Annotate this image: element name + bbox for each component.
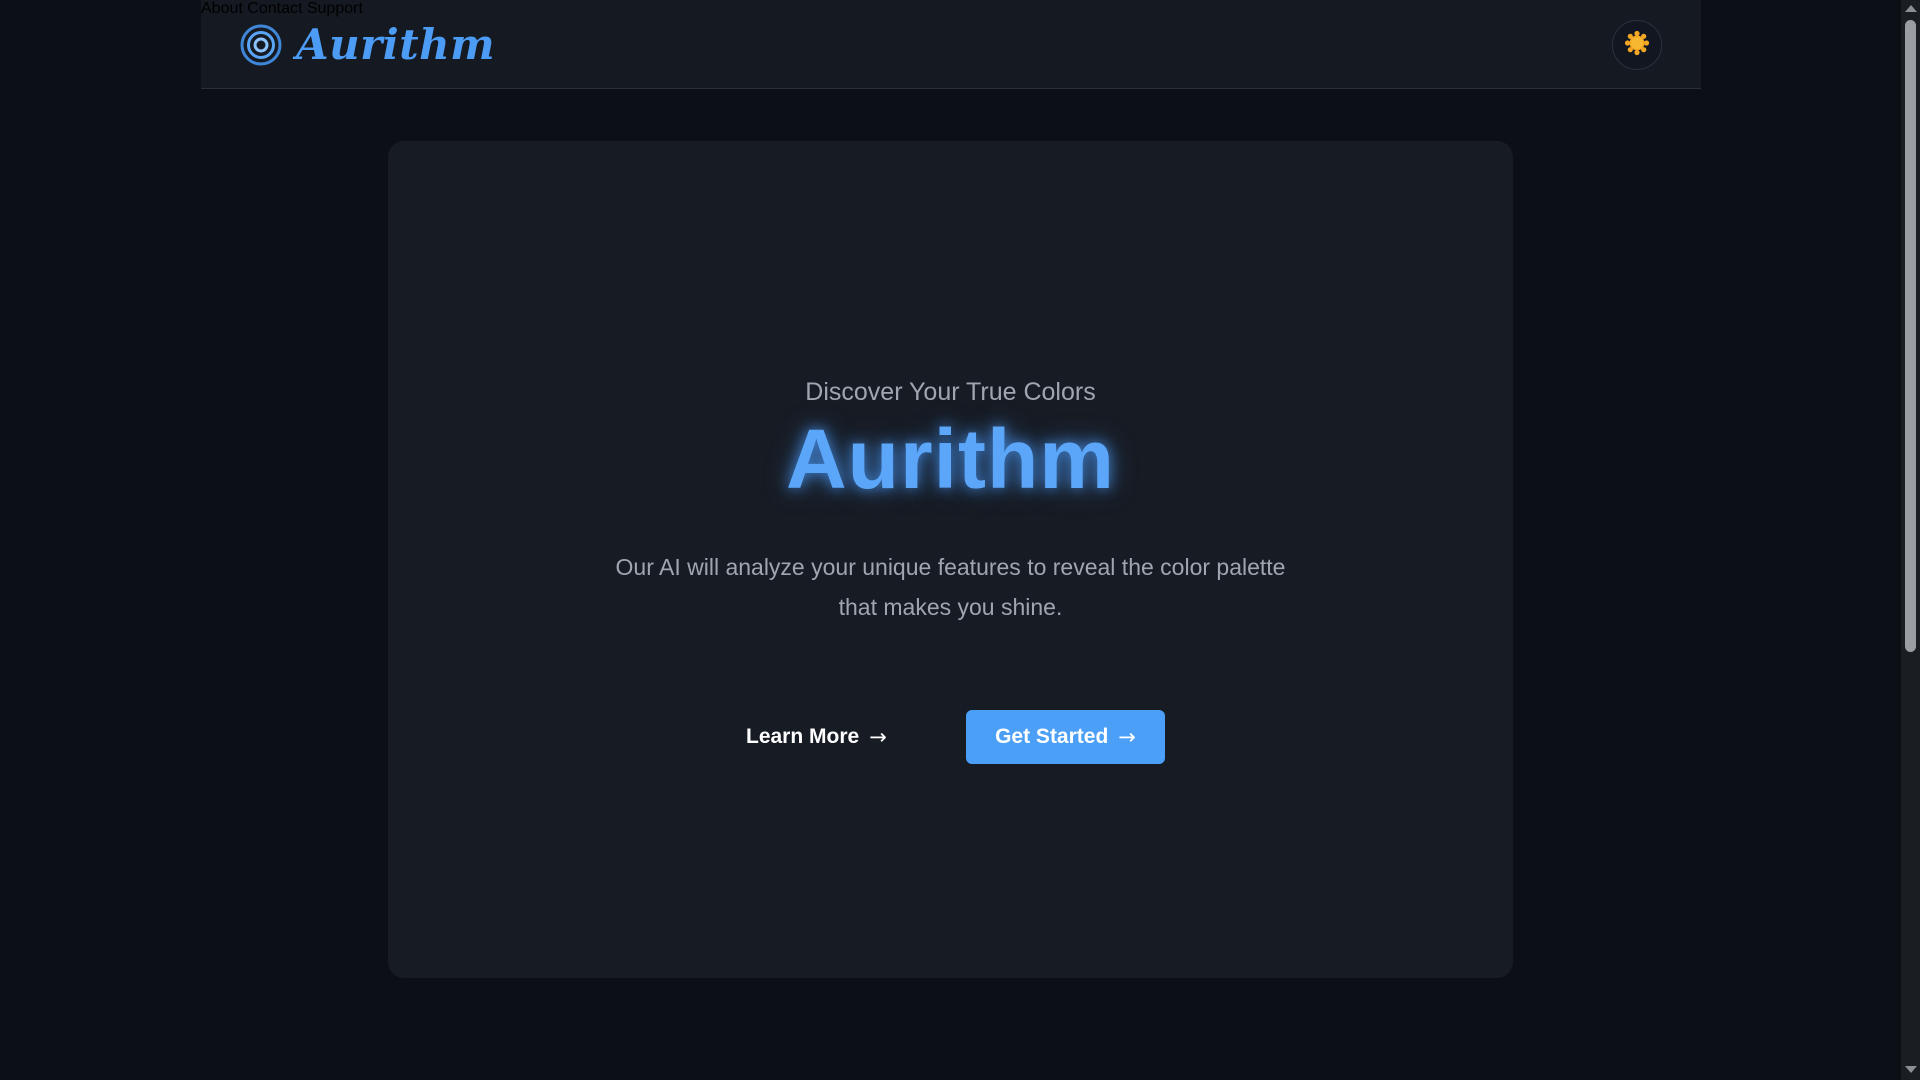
scrollbar-thumb[interactable] — [1905, 20, 1916, 652]
arrow-right-icon: → — [869, 725, 887, 749]
vertical-scrollbar[interactable] — [1901, 0, 1920, 1080]
learn-more-button[interactable]: Learn More → — [746, 710, 887, 764]
site-header: Aurithm About Contact Support — [201, 0, 1701, 89]
concentric-circles-icon — [240, 24, 282, 66]
learn-more-label: Learn More — [746, 725, 860, 748]
scroll-down-arrow-icon[interactable] — [1905, 1066, 1917, 1073]
page: Aurithm About Contact Support Discover Y… — [0, 0, 1901, 1080]
nav-support[interactable]: Support — [307, 0, 363, 17]
scroll-up-arrow-icon[interactable] — [1905, 5, 1917, 12]
hero-title: Aurithm — [786, 412, 1115, 506]
nav-about[interactable]: About — [201, 0, 243, 17]
sun-icon — [1624, 30, 1650, 61]
logo[interactable]: Aurithm — [240, 24, 495, 66]
get-started-button[interactable]: Get Started → — [966, 710, 1165, 764]
arrow-right-icon: → — [1118, 725, 1136, 749]
nav-contact[interactable]: Contact — [247, 0, 302, 17]
hero-card: Discover Your True Colors Aurithm Our AI… — [388, 141, 1513, 978]
logo-text: Aurithm — [296, 20, 496, 69]
get-started-label: Get Started — [995, 725, 1109, 748]
hero-description: Our AI will analyze your unique features… — [615, 554, 1286, 620]
theme-toggle-button[interactable] — [1612, 20, 1662, 70]
hero-tagline: Discover Your True Colors — [805, 378, 1096, 406]
